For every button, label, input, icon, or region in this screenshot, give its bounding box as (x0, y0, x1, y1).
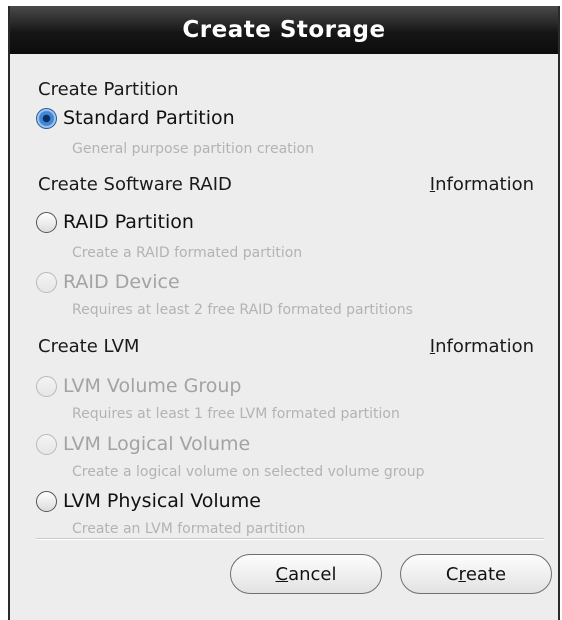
section-header-raid: Create Software RAID (38, 174, 232, 195)
section-header-lvm: Create LVM (38, 336, 140, 357)
raid-device-description: Requires at least 2 free RAID formated p… (72, 302, 413, 318)
lvm-information-label: nformation (435, 336, 534, 357)
radio-raid-device: RAID Device (36, 267, 180, 297)
lvm-volume-group-description: Requires at least 1 free LVM formated pa… (72, 406, 400, 422)
dialog-title: Create Storage (10, 6, 558, 54)
cancel-button[interactable]: Cancel (230, 554, 382, 594)
raid-information-link[interactable]: Information (430, 174, 534, 195)
radio-unselected-icon[interactable] (36, 211, 57, 233)
cancel-mnemonic: C (275, 563, 289, 585)
button-separator (36, 538, 544, 540)
radio-lvm-volume-group-label: LVM Volume Group (63, 375, 242, 397)
radio-unselected-icon[interactable] (36, 490, 57, 512)
dialog-body: Create Partition Standard Partition Gene… (10, 62, 558, 620)
radio-lvm-logical-volume: LVM Logical Volume (36, 429, 250, 459)
radio-lvm-volume-group: LVM Volume Group (36, 371, 241, 401)
cancel-label: ancel (288, 563, 337, 585)
radio-selected-icon[interactable] (36, 107, 57, 129)
create-storage-dialog: Create Storage Create Partition Standard… (8, 6, 560, 620)
radio-lvm-physical-volume-label[interactable]: LVM Physical Volume (63, 490, 261, 512)
lvm-physical-volume-description: Create an LVM formated partition (72, 521, 306, 537)
radio-lvm-logical-volume-label: LVM Logical Volume (63, 433, 251, 455)
standard-partition-description: General purpose partition creation (72, 141, 314, 157)
create-label-end: eate (465, 563, 507, 585)
raid-partition-description: Create a RAID formated partition (72, 245, 303, 261)
create-label-start: C (445, 563, 459, 585)
radio-standard-partition[interactable]: Standard Partition (36, 103, 235, 133)
lvm-logical-volume-description: Create a logical volume on selected volu… (72, 464, 425, 480)
radio-lvm-physical-volume[interactable]: LVM Physical Volume (36, 486, 261, 516)
radio-disabled-icon (36, 433, 57, 455)
radio-standard-partition-label[interactable]: Standard Partition (63, 107, 235, 129)
create-mnemonic: r (458, 563, 466, 585)
section-header-partition: Create Partition (38, 79, 179, 100)
raid-information-label: nformation (435, 174, 534, 195)
radio-raid-partition[interactable]: RAID Partition (36, 207, 194, 237)
radio-disabled-icon (36, 375, 57, 397)
lvm-information-link[interactable]: Information (430, 336, 534, 357)
radio-raid-partition-label[interactable]: RAID Partition (63, 211, 194, 233)
radio-raid-device-label: RAID Device (63, 271, 180, 293)
radio-disabled-icon (36, 271, 57, 293)
create-button[interactable]: Cr eate (400, 554, 552, 594)
